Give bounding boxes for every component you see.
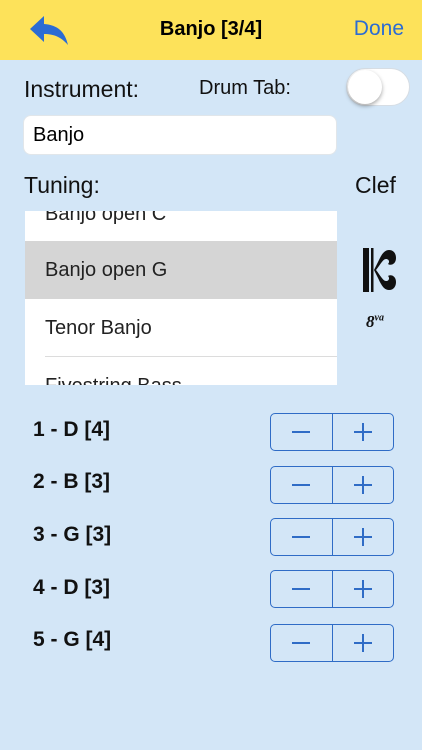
tuning-option[interactable]: Tenor Banjo	[25, 299, 337, 357]
navigation-bar: Banjo [3/4] Done	[0, 0, 422, 60]
plus-icon	[353, 423, 372, 441]
done-button[interactable]: Done	[354, 17, 404, 41]
string-label-3: 3 - G [3]	[33, 523, 112, 546]
string-4-stepper	[270, 570, 394, 608]
drum-tab-label: Drum Tab:	[199, 77, 291, 99]
plus-icon	[353, 580, 372, 598]
clef-label: Clef	[355, 172, 396, 198]
string-label-1: 1 - D [4]	[33, 418, 111, 441]
tuning-picker[interactable]: Banjo open C Banjo open G Tenor Banjo Fi…	[25, 211, 337, 385]
increment-button[interactable]	[331, 571, 394, 607]
minus-icon	[292, 484, 311, 486]
increment-button[interactable]	[331, 414, 394, 450]
tuning-option-selected[interactable]: Banjo open G	[25, 241, 337, 299]
tuning-option[interactable]: Fivestring Bass	[25, 357, 337, 385]
increment-button[interactable]	[331, 467, 394, 503]
string-label-4: 4 - D [3]	[33, 576, 111, 599]
drum-tab-toggle[interactable]	[346, 68, 410, 106]
string-1-stepper	[270, 413, 394, 451]
octave-clef-icon[interactable]: 8va	[366, 312, 384, 332]
minus-icon	[292, 536, 311, 538]
instrument-name-input[interactable]	[23, 115, 337, 155]
tuning-label: Tuning:	[24, 172, 100, 198]
toggle-knob	[348, 70, 382, 104]
string-3-stepper	[270, 518, 394, 556]
decrement-button[interactable]	[271, 467, 332, 503]
instrument-label: Instrument:	[24, 76, 140, 102]
string-2-stepper	[270, 466, 394, 504]
decrement-button[interactable]	[271, 519, 332, 555]
plus-icon	[353, 528, 372, 546]
minus-icon	[292, 431, 311, 433]
decrement-button[interactable]	[271, 571, 332, 607]
minus-icon	[292, 588, 311, 590]
string-5-stepper	[270, 624, 394, 662]
tuning-option[interactable]: Banjo open C	[25, 211, 337, 243]
string-label-5: 5 - G [4]	[33, 628, 112, 651]
string-label-2: 2 - B [3]	[33, 470, 111, 493]
increment-button[interactable]	[331, 519, 394, 555]
plus-icon	[353, 634, 372, 652]
alto-clef-icon[interactable]	[362, 248, 396, 292]
plus-icon	[353, 476, 372, 494]
octave-suffix: va	[374, 312, 384, 324]
increment-button[interactable]	[331, 625, 394, 661]
octave-number: 8	[366, 312, 375, 331]
decrement-button[interactable]	[271, 414, 332, 450]
minus-icon	[292, 642, 311, 644]
decrement-button[interactable]	[271, 625, 332, 661]
